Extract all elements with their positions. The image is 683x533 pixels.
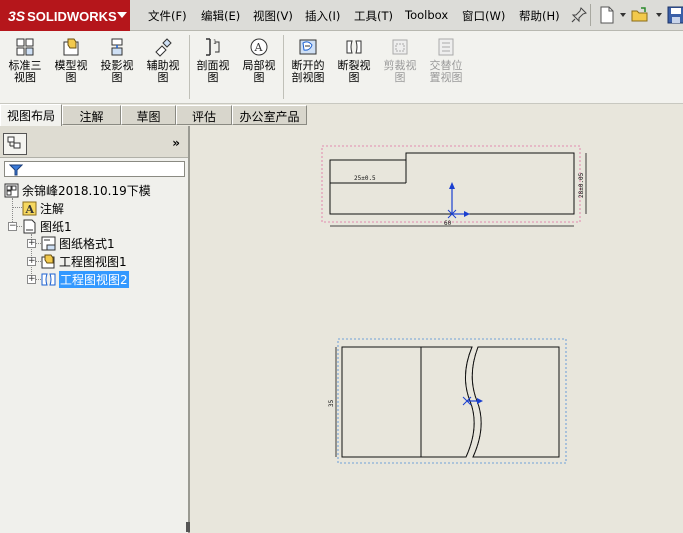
tree-item-sheet[interactable]: 图纸1 [22,218,72,235]
svg-text:1: 1 [213,39,217,46]
tab-office-products[interactable]: 办公室产品 [232,105,307,125]
break-view-icon [346,40,362,54]
svg-text:A: A [25,203,35,216]
tab-evaluate[interactable]: 评估 [176,105,232,125]
drawing-area[interactable]: 25±0.5 28±0.05 60 35 [190,126,683,533]
tab-sketch[interactable]: 草图 [121,105,176,125]
projected-view-button[interactable]: 投影视 图 [96,37,138,84]
title-bar: 3S SOLIDWORKS 文件(F) 编辑(E) 视图(V) 插入(I) 工具(… [0,0,683,31]
menu-view[interactable]: 视图(V) [253,8,293,24]
drawing-sheet: 25±0.5 28±0.05 60 35 [321,145,587,464]
break-view-button[interactable]: 断裂视 图 [333,37,375,84]
alternate-position-view-icon [438,38,454,56]
command-tabs: 视图布局 注解 草图 评估 办公室产品 [0,104,683,126]
command-separator [189,35,190,99]
new-document-icon[interactable] [598,6,616,24]
detail-view-icon: A [250,38,268,56]
menu-help[interactable]: 帮助(H) [519,8,560,24]
open-folder-icon[interactable] [631,6,649,24]
auxiliary-view-button[interactable]: 辅助视 图 [142,37,184,84]
detail-view-button[interactable]: A 局部视 图 [238,37,280,84]
tree-item-annotations[interactable]: A 注解 [22,200,64,217]
feature-manager-tab[interactable] [3,133,27,155]
menu-toolbox[interactable]: Toolbox [405,8,448,22]
menu-insert[interactable]: 插入(I) [305,8,340,24]
pin-icon[interactable] [570,6,588,24]
sheet-format-icon [41,236,56,251]
crop-view-icon [392,39,408,55]
origin-x-arrow-icon [464,211,470,217]
svg-text:A: A [254,41,264,54]
dim-top-width[interactable]: 25±0.5 [354,175,376,182]
open-dropdown-icon[interactable] [656,13,662,17]
tree-connector [12,207,22,208]
tree-item-drawing-view-1[interactable]: 工程图视图1 [41,253,127,270]
projected-view-icon [111,38,123,56]
broken-out-section-icon [299,39,317,55]
auxiliary-view-icon [155,38,172,57]
panel-tab-strip: » [0,126,188,158]
view1-expand-toggle[interactable]: + [27,257,36,266]
feature-tree-icon [7,136,21,149]
sheet-format-expand-toggle[interactable]: + [27,239,36,248]
tree-item-root[interactable]: 余锦峰2018.10.19下模 [4,182,151,199]
break-view-icon [41,273,56,286]
filter-icon [9,164,23,176]
section-view-button[interactable]: 1 剖面视 图 [192,37,234,84]
toolbar-separator [590,4,591,26]
view2-origin-arrow-icon [477,398,483,404]
view2-boundary [337,338,567,464]
drawing-view-2[interactable]: 35 [328,346,560,458]
solidworks-logo[interactable]: 3S SOLIDWORKS [0,0,130,31]
standard-3-view-icon [16,38,34,56]
model-view-icon [63,38,79,56]
tree-item-sheet-format[interactable]: 图纸格式1 [41,235,115,252]
menu-window[interactable]: 窗口(W) [462,8,505,24]
tab-view-layout[interactable]: 视图布局 [0,104,62,126]
view2-right-half [471,346,560,458]
menu-tools[interactable]: 工具(T) [354,8,393,24]
sheet-collapse-toggle[interactable]: − [8,222,17,231]
menu-edit[interactable]: 编辑(E) [201,8,240,24]
menu-file[interactable]: 文件(F) [148,8,187,24]
dim-lower-height[interactable]: 35 [328,399,335,407]
section-view-icon: 1 [206,38,220,56]
save-icon[interactable] [667,6,683,24]
origin-y-arrow-icon [449,182,455,189]
panel-expand-icon[interactable]: » [172,136,180,150]
new-dropdown-icon[interactable] [620,13,626,17]
dim-right-height[interactable]: 28±0.05 [578,172,585,198]
annotation-icon: A [22,201,37,216]
tree-item-drawing-view-2[interactable]: 工程图视图2 [41,271,129,288]
drawing-view-1[interactable]: 25±0.5 28±0.05 60 [329,152,587,227]
tab-annotation[interactable]: 注解 [62,105,121,125]
alternate-position-view-button[interactable]: 交替位 置视图 [425,37,467,84]
logo-dropdown-icon [117,12,127,18]
view2-expand-toggle[interactable]: + [27,275,36,284]
model-view-button[interactable]: 模型视 图 [50,37,92,84]
standard-3-view-button[interactable]: 标准三 视图 [4,37,46,84]
view2-left-half [341,346,475,458]
drawing-icon [4,183,19,198]
crop-view-button[interactable]: 剪裁视 图 [379,37,421,84]
broken-out-section-button[interactable]: 断开的 剖视图 [287,37,329,84]
model-view-icon [41,254,55,269]
feature-manager-panel: » 余锦峰2018.10.19下模 A 注解 − 图纸1 + 图纸格式1 + 工… [0,126,190,533]
sheet-icon [23,219,36,234]
command-manager: 标准三 视图 模型视 图 投影视 图 辅助视 图 1 剖面视 图 A 局部视 图… [0,31,683,104]
view1-boundary [321,145,581,223]
tree-filter[interactable] [4,161,185,177]
dim-bottom-width[interactable]: 60 [444,220,452,227]
command-separator [283,35,284,99]
